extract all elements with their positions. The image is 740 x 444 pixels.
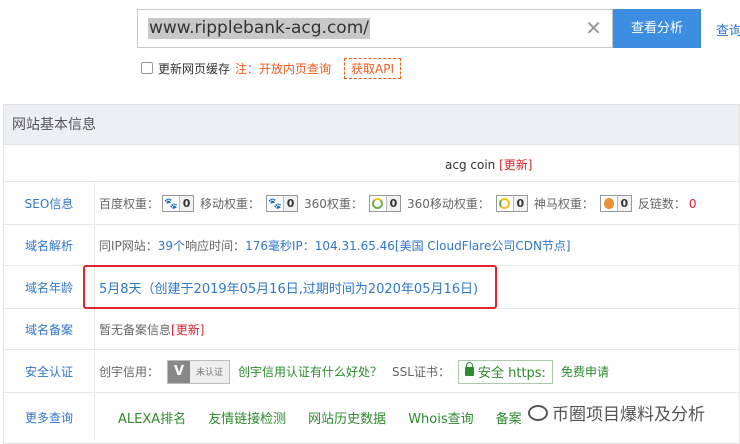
mobile-weight-value: 0	[283, 196, 298, 211]
backlinks-label: 反链数：	[637, 197, 686, 211]
friend-link-check-link[interactable]: 友情链接检测	[208, 408, 286, 427]
mobile-weight-badge[interactable]: 🐾 0	[266, 195, 299, 212]
refresh-cache-label: 更新网页缓存	[158, 61, 231, 76]
icp-label[interactable]: 域名备案	[4, 310, 95, 349]
360-logo-icon	[370, 196, 386, 211]
alexa-link[interactable]: ALEXA排名	[118, 408, 186, 427]
free-apply-link[interactable]: 免费申请	[561, 363, 609, 380]
360-mobile-weight-badge[interactable]: 0	[495, 195, 528, 212]
query-link[interactable]: 查询	[716, 20, 740, 39]
site-title-update-link[interactable]: [更新]	[499, 158, 532, 172]
unverified-text: 未认证	[196, 368, 224, 378]
security-body: 创宇信用： V 未认证 创宇信用认证有什么好处？ SSL证书： 安全 https…	[96, 351, 739, 392]
site-title-row: acg coin [更新]	[4, 146, 739, 182]
360-mobile-weight-value: 0	[512, 196, 527, 211]
shenma-weight-value: 0	[616, 196, 631, 211]
baidu-weight-value: 0	[179, 196, 194, 211]
lock-icon	[464, 362, 474, 376]
paw-icon: 🐾	[164, 197, 178, 210]
watermark-text: 币圈项目爆料及分析	[552, 405, 705, 425]
paw-icon: 🐾	[268, 197, 282, 210]
seo-body: 百度权重： 🐾 0 移动权重： 🐾 0 360权重： 0 360移动权重： 0 神马…	[96, 183, 739, 224]
ssl-badge[interactable]: 安全 https:	[457, 359, 553, 384]
whois-link[interactable]: Whois查询	[408, 408, 473, 427]
options-row: 更新网页缓存 注：开放内页查询 获取API	[141, 57, 402, 79]
360-logo-icon	[497, 196, 513, 211]
360-mobile-weight-label: 360移动权重：	[406, 197, 490, 211]
search-bar-area: www.ripplebank-acg.com/ ✕ 查看分析 查询 更新网页缓存…	[0, 0, 740, 94]
domain-age-label[interactable]: 域名年龄	[4, 267, 95, 308]
unverified-badge[interactable]: V 未认证	[167, 359, 231, 384]
response-time-value: 176毫秒	[245, 239, 292, 253]
backlinks-value[interactable]: 0	[689, 197, 697, 211]
360-weight-badge[interactable]: 0	[368, 195, 401, 212]
inner-page-note: 注：开放内页查询	[235, 61, 332, 76]
icp-query-link[interactable]: 备案	[496, 408, 522, 427]
verify-v-icon: V	[168, 360, 191, 383]
response-time-label: 响应时间：	[185, 239, 246, 253]
same-ip-label: 同IP网站：	[99, 239, 158, 253]
ssl-badge-text: 安全 https:	[477, 366, 546, 381]
ip-label: IP：	[291, 239, 315, 253]
site-title-text: acg coin	[445, 158, 496, 172]
360-weight-label: 360权重：	[304, 197, 363, 211]
dns-label[interactable]: 域名解析	[4, 226, 95, 265]
same-ip-value[interactable]: 39个	[158, 237, 185, 254]
credit-label: 创宇信用：	[99, 365, 160, 379]
icp-body: 暂无备案信息 [更新]	[96, 310, 739, 349]
dns-row: 域名解析 同IP网站： 39个 响应时间： 176毫秒 IP： 104.31.6…	[4, 226, 739, 266]
dns-body: 同IP网站： 39个 响应时间： 176毫秒 IP： 104.31.65.46[…	[96, 226, 739, 265]
clear-icon[interactable]: ✕	[585, 16, 602, 40]
highlight-annotation	[83, 265, 497, 309]
panel-title: 网站基本信息	[4, 105, 739, 145]
site-history-link[interactable]: 网站历史数据	[308, 408, 386, 427]
icp-update-link[interactable]: [更新]	[171, 321, 204, 338]
site-title: acg coin [更新]	[445, 156, 532, 173]
credit-benefit-link[interactable]: 创宇信用认证有什么好处？	[238, 363, 382, 380]
security-row: 安全认证 创宇信用： V 未认证 创宇信用认证有什么好处？ SSL证书： 安全 …	[4, 351, 739, 393]
url-input[interactable]: www.ripplebank-acg.com/ ✕	[137, 9, 613, 48]
ssl-label: SSL证书：	[392, 365, 450, 379]
baidu-weight-label: 百度权重：	[99, 197, 160, 211]
baidu-weight-badge[interactable]: 🐾 0	[162, 195, 195, 212]
seo-label[interactable]: SEO信息	[4, 183, 95, 224]
analyze-button[interactable]: 查看分析	[613, 9, 701, 48]
wechat-icon	[528, 404, 548, 421]
seo-row: SEO信息 百度权重： 🐾 0 移动权重： 🐾 0 360权重： 0 360移动权重…	[4, 183, 739, 225]
mobile-weight-label: 移动权重：	[200, 197, 261, 211]
shenma-weight-badge[interactable]: 0	[599, 195, 632, 212]
icp-value: 暂无备案信息	[99, 323, 172, 337]
shenma-weight-label: 神马权重：	[533, 197, 594, 211]
watermark: 币圈项目爆料及分析	[528, 400, 705, 425]
refresh-cache-checkbox[interactable]	[141, 62, 153, 74]
icp-row: 域名备案 暂无备案信息 [更新]	[4, 310, 739, 350]
360-weight-value: 0	[385, 196, 400, 211]
security-label[interactable]: 安全认证	[4, 351, 95, 392]
get-api-button[interactable]: 获取API	[344, 57, 402, 79]
ip-value[interactable]: 104.31.65.46[美国 CloudFlare公司CDN节点]	[315, 237, 571, 254]
medal-icon	[601, 196, 617, 211]
more-query-label[interactable]: 更多查询	[4, 394, 95, 440]
url-input-value[interactable]: www.ripplebank-acg.com/	[148, 18, 370, 39]
